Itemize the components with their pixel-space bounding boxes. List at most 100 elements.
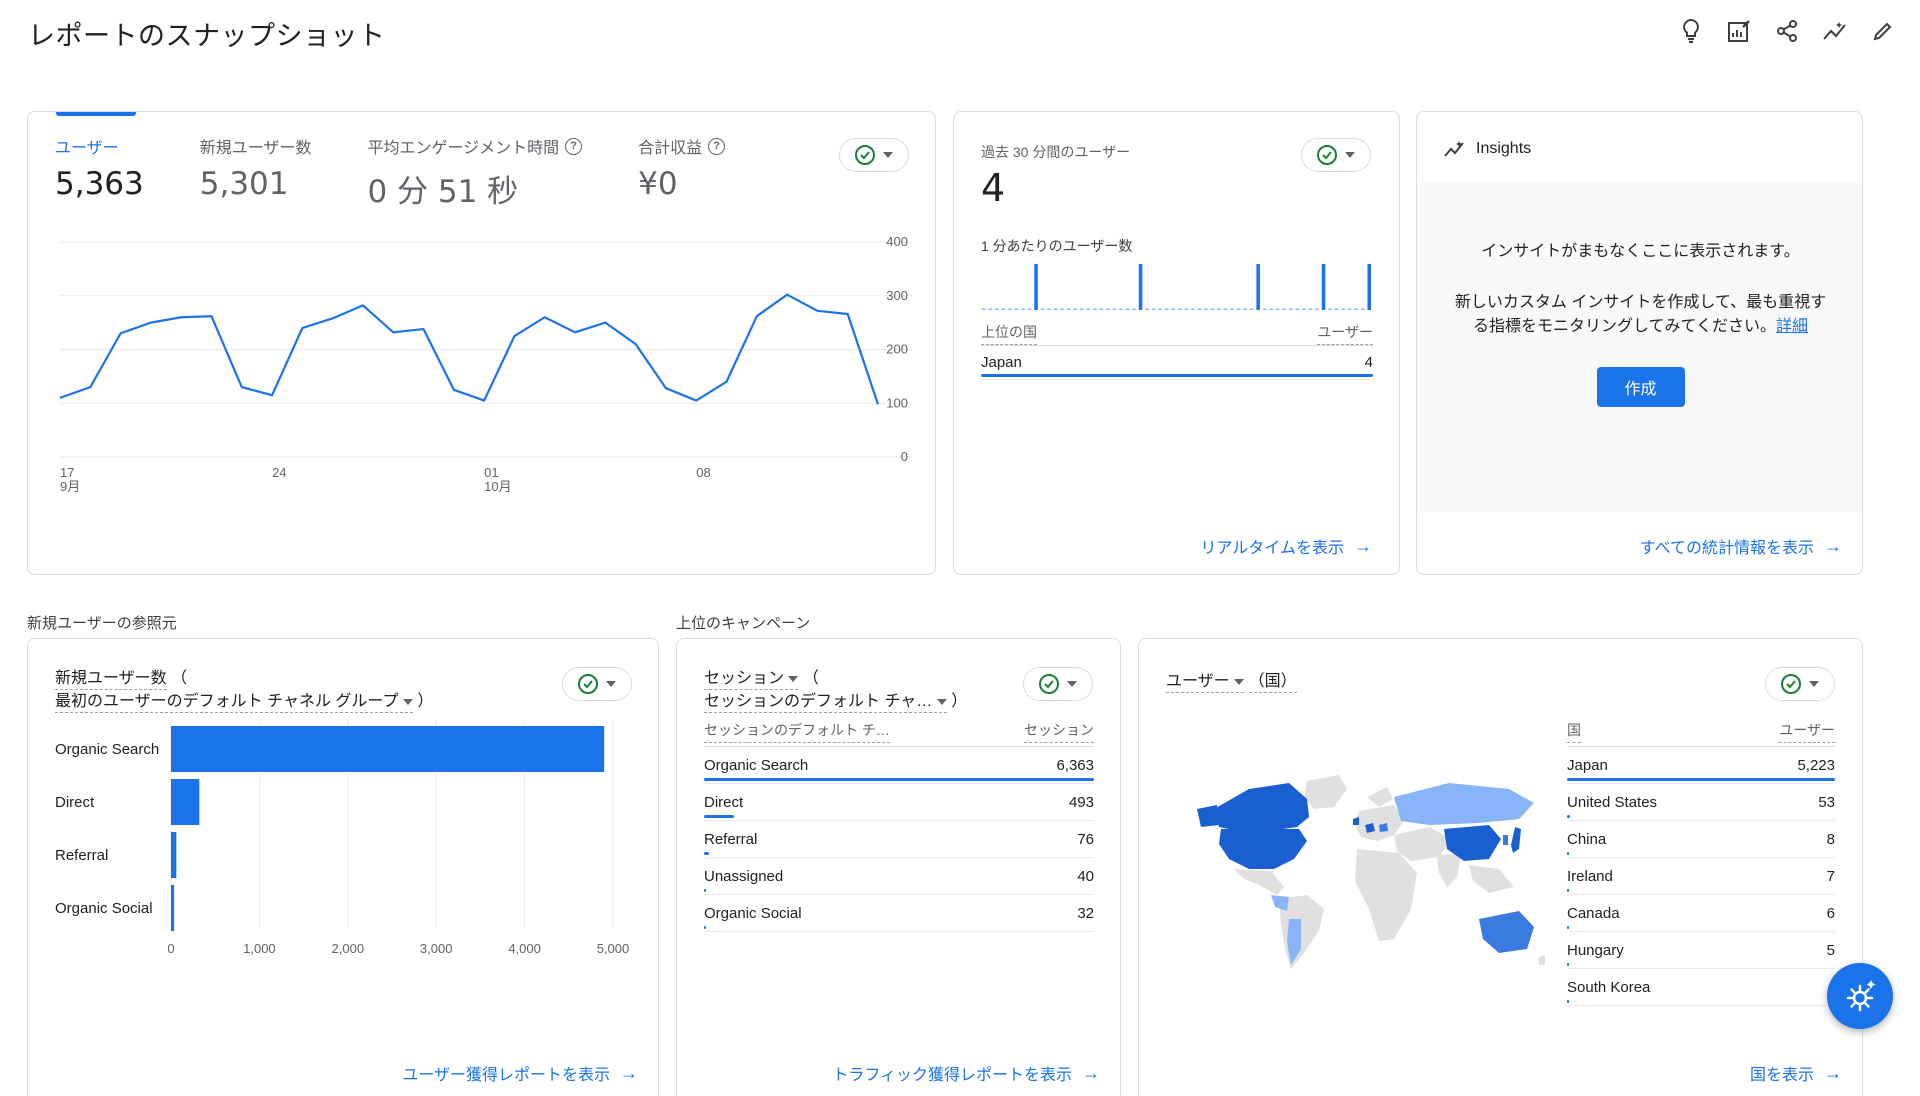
insights-description-line2: る指標をモニタリングしてみてください。	[1472, 318, 1777, 335]
minute-bar	[1008, 308, 1012, 310]
table-row[interactable]: South Korea	[1567, 969, 1835, 1006]
traffic-status-button[interactable]	[1023, 667, 1093, 701]
row-value: 5	[1826, 941, 1835, 959]
realtime-status-button[interactable]	[1301, 138, 1371, 172]
minute-bar	[995, 308, 999, 310]
table-row[interactable]: Unassigned 40	[704, 858, 1094, 895]
insights-description-line1: 新しいカスタム インサイトを作成して、最も重視す	[1454, 294, 1827, 311]
table-row[interactable]: Direct 493	[704, 784, 1094, 821]
view-traffic-report-link[interactable]: トラフィック獲得レポートを表示 →	[832, 1061, 1100, 1085]
insights-detail-link[interactable]: 詳細	[1776, 318, 1808, 335]
y-tick-label: 0	[901, 449, 908, 464]
share-icon[interactable]	[1772, 14, 1802, 48]
metric-label-text: 新規ユーザー数	[199, 140, 312, 157]
insights-title: Insights	[1476, 140, 1532, 157]
col-users-header[interactable]: ユーザー	[1779, 720, 1835, 743]
row-proportion-bar	[704, 852, 709, 855]
country-metric-selector[interactable]: ユーザー	[1166, 673, 1245, 693]
arrow-right-icon: →	[1354, 535, 1372, 556]
row-proportion-bar	[1567, 1000, 1569, 1003]
col-country-header[interactable]: 上位の国	[981, 322, 1037, 345]
row-value: 76	[1077, 830, 1094, 848]
row-label: South Korea	[1567, 978, 1651, 996]
metric-label: 平均エンゲージメント時間?	[367, 134, 583, 158]
table-row[interactable]: China 8	[1567, 821, 1835, 858]
category-label: Organic Social	[55, 900, 153, 917]
bar	[171, 885, 175, 931]
minute-bar	[1295, 308, 1300, 310]
metrics-row: ユーザー 5,363 新規ユーザー数 5,301 平均エンゲージメント時間? 0 分 51…	[55, 134, 726, 211]
metric-tab[interactable]: 平均エンゲージメント時間? 0 分 51 秒	[367, 134, 583, 211]
edit-chart-icon[interactable]	[1724, 14, 1754, 48]
minute-bar	[1047, 308, 1051, 310]
country-dimension-label[interactable]: （国）	[1248, 673, 1297, 693]
table-row[interactable]: Japan 4	[981, 346, 1373, 380]
acquisition-dimension-selector[interactable]: 最初のユーザーのデフォルト チャネル グループ	[55, 693, 413, 713]
table-row[interactable]: United States 53	[1567, 784, 1835, 821]
insights-icon	[1444, 141, 1464, 157]
row-value: 40	[1077, 867, 1094, 885]
table-row[interactable]: Ireland 7	[1567, 858, 1835, 895]
minute-bar	[1119, 308, 1123, 310]
minute-bar	[1360, 308, 1365, 310]
table-row[interactable]: Organic Social 32	[704, 895, 1094, 932]
traffic-metric-selector[interactable]: セッション	[704, 670, 799, 690]
metric-tab[interactable]: 合計収益? ¥0	[638, 134, 726, 211]
minute-bar	[1315, 308, 1319, 310]
row-value: 53	[1818, 793, 1835, 811]
table-row[interactable]: Japan 5,223	[1567, 747, 1835, 784]
minute-bar	[1347, 308, 1352, 310]
arrow-right-icon: →	[620, 1062, 638, 1083]
pencil-icon[interactable]	[1868, 14, 1898, 48]
y-tick-label: 100	[886, 395, 908, 410]
minute-bar	[988, 308, 993, 310]
country-status-button[interactable]	[1765, 667, 1835, 701]
minute-bar	[1308, 308, 1313, 310]
realtime-country-table: 上位の国 ユーザー Japan 4	[981, 322, 1373, 380]
x-tick-label: 0	[167, 941, 174, 956]
table-row[interactable]: Canada 6	[1567, 895, 1835, 932]
row-label: Japan	[1567, 756, 1608, 774]
traffic-paren-open: （	[802, 670, 819, 687]
country-table: 国 ユーザー Japan 5,223 United States 53 China 8 Ir…	[1567, 717, 1835, 1006]
metric-tab[interactable]: ユーザー 5,363	[55, 134, 144, 211]
arrow-right-icon: →	[1082, 1062, 1100, 1083]
view-all-insights-link[interactable]: すべての統計情報を表示 →	[1640, 534, 1842, 558]
create-insight-button[interactable]: 作成	[1596, 367, 1685, 407]
table-row[interactable]: Referral 76	[704, 821, 1094, 858]
metric-tab[interactable]: 新規ユーザー数 5,301	[200, 134, 312, 211]
lightbulb-icon[interactable]	[1676, 14, 1706, 48]
table-row[interactable]: Hungary 5	[1567, 932, 1835, 969]
acquisition-status-button[interactable]	[562, 667, 632, 701]
comparison-status-button[interactable]	[839, 138, 909, 172]
view-countries-link[interactable]: 国を表示 →	[1750, 1061, 1842, 1085]
row-label: Organic Social	[704, 904, 802, 922]
metric-label-text: ユーザー	[55, 140, 119, 157]
view-realtime-link[interactable]: リアルタイムを表示 →	[1200, 534, 1372, 558]
minute-bar	[1276, 308, 1280, 310]
chevron-down-icon	[936, 698, 947, 705]
minute-bar	[1164, 308, 1169, 310]
check-circle-icon	[1039, 674, 1059, 694]
row-proportion-bar	[1567, 852, 1569, 855]
traffic-dimension-selector[interactable]: セッションのデフォルト チャ…	[704, 693, 947, 713]
minute-bar	[1132, 308, 1136, 310]
col-sessions-header[interactable]: セッション	[1024, 720, 1094, 743]
view-acquisition-report-link[interactable]: ユーザー獲得レポートを表示 →	[402, 1061, 638, 1085]
metric-value: ¥0	[638, 166, 678, 202]
col-channel-header[interactable]: セッションのデフォルト チ…	[704, 720, 890, 743]
minute-bar	[1210, 308, 1215, 310]
col-users-header[interactable]: ユーザー	[1317, 322, 1373, 345]
insights-icon[interactable]	[1820, 14, 1850, 48]
minute-bar	[1243, 308, 1247, 310]
row-value: 493	[1068, 793, 1094, 811]
x-tick-sublabel: 9月	[60, 479, 80, 494]
col-country-header[interactable]: 国	[1567, 720, 1581, 743]
settings-fab-button[interactable]	[1827, 963, 1893, 1029]
table-row[interactable]: Organic Search 6,363	[704, 747, 1094, 784]
acquisition-metric-selector[interactable]: 新規ユーザー数	[55, 670, 167, 690]
help-icon[interactable]: ?	[708, 137, 726, 155]
minute-bar	[1191, 308, 1195, 310]
minute-bar	[1236, 308, 1241, 310]
help-icon[interactable]: ?	[565, 137, 583, 155]
